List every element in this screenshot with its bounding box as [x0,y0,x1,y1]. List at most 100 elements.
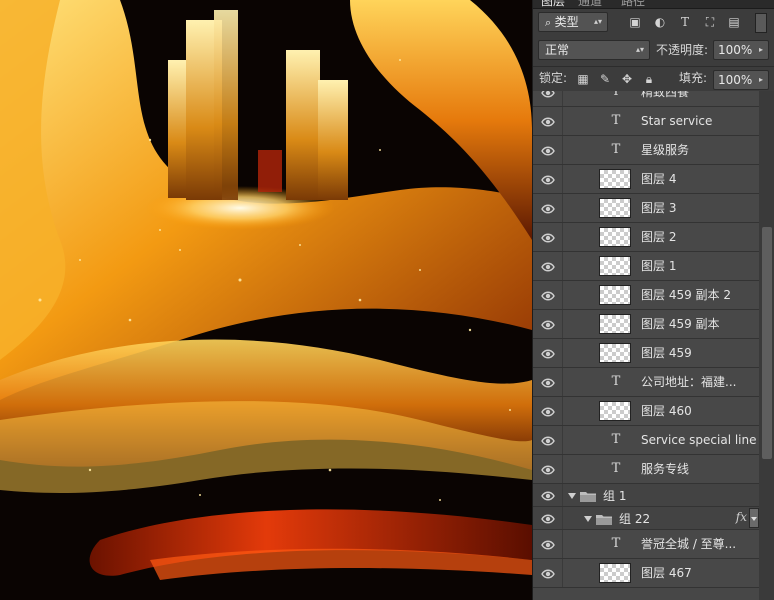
layer-row[interactable]: 图层 459 副本 2 [533,281,759,310]
folder-icon [596,515,612,525]
blend-mode-select[interactable]: 正常 ▴▾ [538,40,650,60]
filter-kind-label: 类型 [554,15,579,29]
opacity-label: 不透明度: [656,43,709,57]
layer-row[interactable]: 图层 467 [533,559,759,588]
chevron-right-icon[interactable]: ▸ [759,41,763,59]
layer-row[interactable]: T 星级服务 [533,136,759,165]
layer-list-scrollbar[interactable] [759,91,774,600]
visibility-eye-icon[interactable] [541,319,555,331]
visibility-eye-icon[interactable] [541,203,555,215]
layer-row[interactable]: T 誉冠全城 / 至尊... [533,530,759,559]
visibility-cell[interactable] [533,107,563,135]
visibility-cell[interactable] [533,194,563,222]
layer-thumbnail [599,343,631,363]
visibility-cell[interactable] [533,368,563,396]
shape-filter-icon[interactable]: ⛶ [703,15,717,29]
layer-name: 图层 2 [641,230,677,244]
text-layer-icon: T [611,91,621,99]
visibility-cell[interactable] [533,559,563,587]
visibility-eye-icon[interactable] [541,406,555,418]
chevron-right-icon[interactable]: ▸ [759,71,763,89]
fill-input[interactable]: 100% ▸ [713,70,769,90]
layer-row[interactable]: 图层 459 [533,339,759,368]
visibility-cell[interactable] [533,165,563,193]
visibility-eye-icon[interactable] [541,568,555,580]
fx-expand-button[interactable] [749,508,759,528]
tab-layers[interactable]: 图层 [541,0,565,8]
artwork-gold-silk-city [0,0,532,600]
opacity-value: 100% [718,43,753,57]
visibility-cell[interactable] [533,136,563,164]
visibility-cell[interactable] [533,339,563,367]
visibility-eye-icon[interactable] [541,513,555,525]
layer-row[interactable]: T 服务专线 [533,455,759,484]
visibility-eye-icon[interactable] [541,290,555,302]
visibility-cell[interactable] [533,455,563,483]
lock-pixels-brush-icon[interactable]: ✎ [598,72,612,86]
visibility-cell[interactable] [533,484,563,506]
text-layer-icon: T [611,536,621,551]
visibility-eye-icon[interactable] [541,435,555,447]
tab-paths[interactable]: 路径 [621,0,645,8]
scrollbar-thumb[interactable] [762,227,772,459]
visibility-eye-icon[interactable] [541,91,555,99]
text-layer-icon: T [611,374,621,389]
visibility-eye-icon[interactable] [541,490,555,502]
filter-kind-select[interactable]: ⌕ 类型 ▴▾ [538,12,608,32]
layer-name: 图层 460 [641,404,692,418]
layer-row[interactable]: 图层 460 [533,397,759,426]
lock-all-icon[interactable]: 🔒︎ [642,72,656,86]
visibility-cell[interactable] [533,281,563,309]
layer-thumbnail [599,256,631,276]
smart-object-filter-icon[interactable]: ▤ [727,15,741,29]
layer-thumbnail [599,285,631,305]
layer-row[interactable]: 图层 459 副本 [533,310,759,339]
visibility-eye-icon[interactable] [541,145,555,157]
adjustment-filter-icon[interactable]: ◐ [653,15,667,29]
layer-group-row[interactable]: 组 22 fx [533,507,759,530]
visibility-cell[interactable] [533,530,563,558]
fx-effects-icon[interactable]: fx [736,510,747,524]
lock-position-move-icon[interactable]: ✥ [620,72,634,86]
layer-thumbnail [599,314,631,334]
visibility-eye-icon[interactable] [541,232,555,244]
visibility-eye-icon[interactable] [541,174,555,186]
layer-row[interactable]: 图层 1 [533,252,759,281]
layer-thumbnail [599,401,631,421]
visibility-eye-icon[interactable] [541,539,555,551]
visibility-eye-icon[interactable] [541,348,555,360]
image-filter-icon[interactable]: ▣ [628,15,642,29]
tab-channels[interactable]: 通道 [578,0,602,8]
visibility-eye-icon[interactable] [541,261,555,273]
chevron-updown-icon: ▴▾ [593,17,602,26]
visibility-cell[interactable] [533,223,563,251]
visibility-cell[interactable] [533,252,563,280]
layer-name: 图层 4 [641,172,677,186]
layer-row[interactable]: T 精致西餐 [533,91,759,107]
visibility-cell[interactable] [533,91,563,106]
expand-triangle-icon[interactable] [568,493,576,499]
expand-triangle-icon[interactable] [584,516,592,522]
layer-name: Service special line [641,433,757,447]
visibility-cell[interactable] [533,426,563,454]
lock-transparency-icon[interactable]: ▦ [576,72,590,86]
visibility-cell[interactable] [533,507,563,529]
layer-row[interactable]: 图层 2 [533,223,759,252]
layer-row[interactable]: T Star service [533,107,759,136]
visibility-eye-icon[interactable] [541,377,555,389]
visibility-cell[interactable] [533,397,563,425]
layer-row[interactable]: 图层 3 [533,194,759,223]
layers-panel: 图层 通道 路径 ⌕ 类型 ▴▾ ▣ ◐ T ⛶ ▤ 正常 ▴▾ 不透明度: 1… [532,0,774,600]
visibility-eye-icon[interactable] [541,464,555,476]
layer-row[interactable]: T Service special line [533,426,759,455]
layer-group-row[interactable]: 组 1 [533,484,759,507]
visibility-cell[interactable] [533,310,563,338]
opacity-input[interactable]: 100% ▸ [713,40,769,60]
layer-list[interactable]: T 精致西餐 T Star service T 星级服务 图层 4 图层 3 图层 2 图层 1 图… [533,91,759,600]
text-filter-icon[interactable]: T [678,15,692,29]
layer-row[interactable]: T 公司地址：福建... [533,368,759,397]
document-canvas[interactable] [0,0,532,600]
filter-toggle-switch[interactable] [755,13,767,33]
visibility-eye-icon[interactable] [541,116,555,128]
layer-row[interactable]: 图层 4 [533,165,759,194]
